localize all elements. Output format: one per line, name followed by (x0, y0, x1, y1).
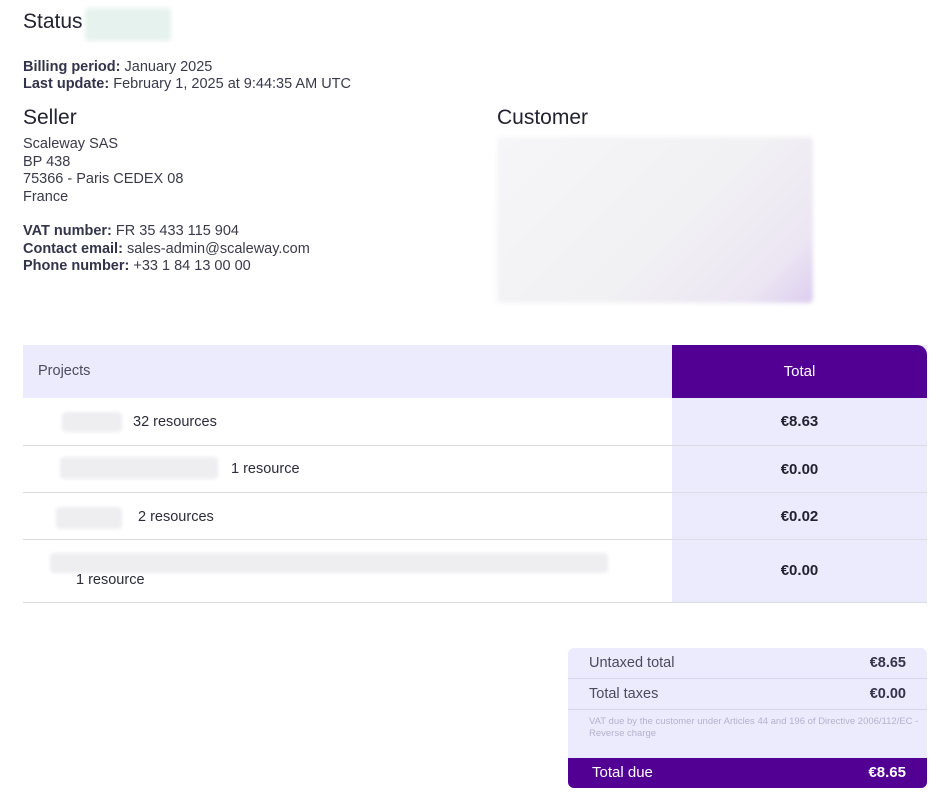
contact-email-value: sales-admin@scaleway.com (126, 240, 310, 257)
seller-contact: VAT number: FR 35 433 115 904 Contact em… (23, 223, 310, 276)
customer-heading: Customer (497, 106, 589, 129)
project-name-redacted (62, 412, 122, 432)
project-name-redacted (56, 507, 122, 529)
contact-email-label: Contact email: (23, 240, 123, 257)
contact-email: Contact email: sales-admin@scaleway.com (23, 241, 310, 259)
total-taxes-label: Total taxes (589, 686, 659, 702)
project-name-redacted (60, 457, 218, 479)
resource-count: 32 resources (133, 414, 217, 430)
last-update: Last update: February 1, 2025 at 9:44:35… (23, 76, 351, 94)
status-heading: Status (23, 10, 83, 33)
total-taxes-value: €0.00 (869, 686, 906, 702)
resource-count: 1 resource (231, 461, 300, 477)
total-due-row: Total due €8.65 (568, 758, 927, 788)
vat-number-label: VAT number: (23, 223, 112, 239)
resource-count: 1 resource (76, 572, 145, 588)
vat-reverse-charge-note: VAT due by the customer under Articles 4… (589, 716, 919, 739)
total-due-value: €8.65 (868, 764, 906, 781)
row-total: €0.02 (780, 508, 819, 525)
summary-divider (568, 678, 927, 679)
projects-column-header: Projects (38, 363, 91, 379)
seller-address-line: BP 438 (23, 153, 71, 170)
row-total: €0.00 (780, 562, 819, 579)
last-update-label: Last update: (23, 76, 110, 92)
row-total: €0.00 (780, 461, 819, 478)
seller-address-line: Scaleway SAS (23, 136, 119, 152)
total-due-label: Total due (592, 764, 653, 781)
customer-details-redacted (497, 137, 813, 303)
billing-period-label: Billing period: (23, 59, 121, 75)
seller-address-line: France (23, 188, 69, 205)
project-name-redacted (50, 553, 608, 573)
billing-period-value: January 2025 (124, 59, 213, 75)
table-row[interactable]: 2 resources €0.02 (23, 493, 927, 540)
vat-number-value: FR 35 433 115 904 (115, 223, 239, 239)
total-column-header: Total (672, 345, 927, 398)
seller-heading: Seller (23, 106, 77, 129)
last-update-value: February 1, 2025 at 9:44:35 AM UTC (113, 76, 351, 92)
table-row[interactable]: 1 resource €0.00 (23, 446, 927, 493)
seller-address: Scaleway SAS BP 438 75366 - Paris CEDEX … (23, 136, 183, 206)
phone-number-label: Phone number: (23, 258, 130, 274)
vat-number: VAT number: FR 35 433 115 904 (23, 223, 310, 241)
billing-period: Billing period: January 2025 (23, 59, 212, 77)
table-row[interactable]: 1 resource €0.00 (23, 540, 927, 603)
summary-divider (568, 709, 927, 710)
row-total: €8.63 (780, 413, 819, 430)
status-badge (85, 8, 171, 41)
phone-number: Phone number: +33 1 84 13 00 00 (23, 258, 310, 276)
phone-number-value: +33 1 84 13 00 00 (133, 258, 251, 274)
table-row[interactable]: 32 resources €8.63 (23, 398, 927, 446)
seller-address-line: 75366 - Paris CEDEX 08 (23, 171, 184, 187)
untaxed-total-label: Untaxed total (589, 655, 675, 671)
resource-count: 2 resources (138, 509, 214, 525)
projects-table: Projects Total 32 resources €8.63 1 reso… (23, 345, 927, 603)
total-column-header-label: Total (783, 363, 816, 380)
untaxed-total-value: €8.65 (869, 655, 906, 671)
invoice-summary: Untaxed total €8.65 Total taxes €0.00 VA… (568, 648, 927, 788)
